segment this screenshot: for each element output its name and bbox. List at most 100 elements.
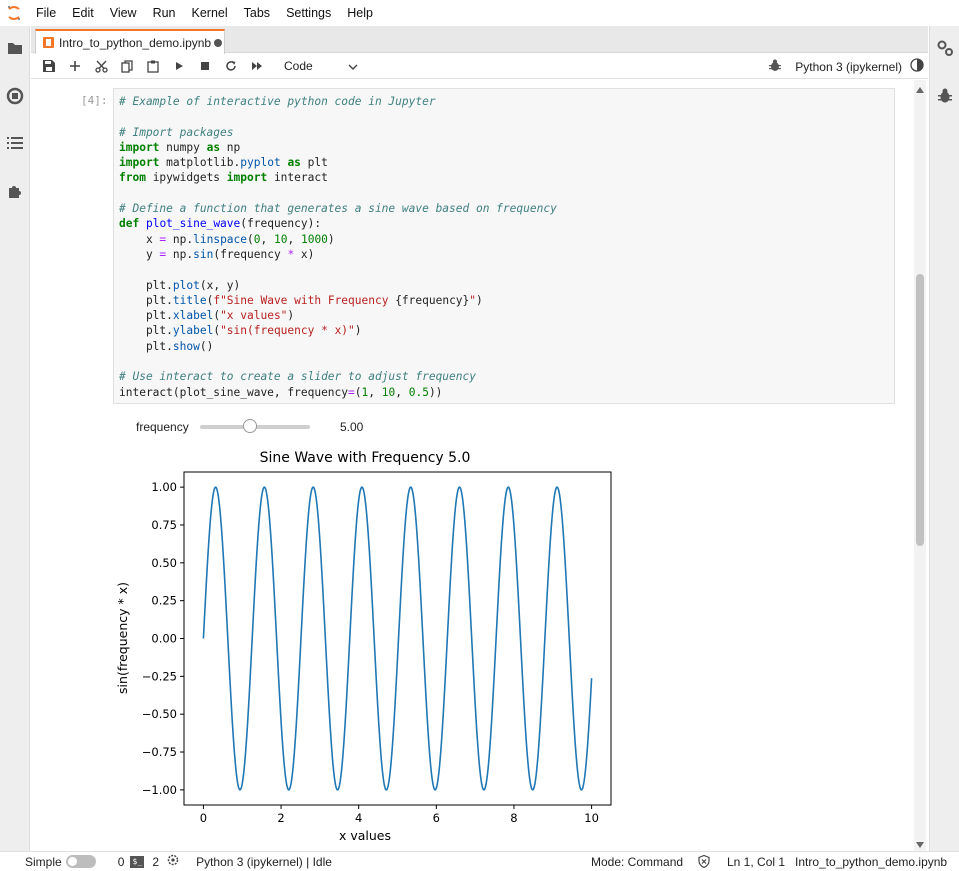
trusted-shield-icon[interactable] xyxy=(698,854,710,871)
menu-view[interactable]: View xyxy=(102,0,145,26)
property-inspector-gears-icon[interactable] xyxy=(935,38,955,58)
y-tick-label: −0.75 xyxy=(142,745,177,759)
run-cell-icon[interactable] xyxy=(166,54,192,78)
y-tick-label: −0.25 xyxy=(142,669,177,683)
code-line: from ipywidgets import interact xyxy=(119,171,328,185)
y-tick-label: 1.00 xyxy=(151,480,177,494)
menu-settings[interactable]: Settings xyxy=(278,0,339,26)
frequency-slider-widget: frequency 5.00 xyxy=(136,417,363,437)
notebook-icon xyxy=(43,37,54,48)
right-sidebar xyxy=(929,26,959,851)
interrupt-kernel-icon[interactable] xyxy=(192,54,218,78)
menu-run[interactable]: Run xyxy=(145,0,184,26)
notebook-scrollbar[interactable] xyxy=(914,80,926,851)
scroll-up-arrow-icon[interactable] xyxy=(916,82,924,96)
code-line: import matplotlib.pyplot as plt xyxy=(119,156,328,170)
notebook-tab[interactable]: Intro_to_python_demo.ipynb xyxy=(35,29,225,54)
status-filename[interactable]: Intro_to_python_demo.ipynb xyxy=(795,855,947,869)
menu-tabs[interactable]: Tabs xyxy=(236,0,278,26)
frequency-slider[interactable] xyxy=(200,419,310,433)
restart-kernel-icon[interactable] xyxy=(218,54,244,78)
folder-icon[interactable] xyxy=(5,38,25,58)
x-axis-label: x values xyxy=(339,828,391,843)
left-sidebar xyxy=(0,26,30,851)
unsaved-dot-icon[interactable] xyxy=(214,38,223,47)
chart-title: Sine Wave with Frequency 5.0 xyxy=(260,450,471,466)
slider-label: frequency xyxy=(136,420,189,434)
y-tick-label: 0.75 xyxy=(151,518,177,532)
notebook-toolbar: Code Python 3 (ipykernel) xyxy=(31,54,928,79)
terminal-count[interactable]: 0 xyxy=(118,855,125,869)
debugger-bug-icon[interactable] xyxy=(935,86,955,106)
x-axis-ticks: 0 2 4 6 8 10 xyxy=(200,805,599,825)
add-cell-icon[interactable] xyxy=(62,54,88,78)
cut-icon[interactable] xyxy=(88,54,114,78)
y-tick-label: 0.50 xyxy=(151,556,177,570)
scroll-down-arrow-icon[interactable] xyxy=(916,837,924,851)
y-tick-label: −0.50 xyxy=(142,707,177,721)
x-tick-label: 4 xyxy=(355,811,362,825)
simple-mode-toggle[interactable] xyxy=(65,855,96,868)
notebook-mode-indicator: Mode: Command xyxy=(591,854,684,869)
code-cell-editor[interactable]: # Example of interactive python code in … xyxy=(113,88,895,404)
kernel-name-button[interactable]: Python 3 (ipykernel) xyxy=(795,60,902,74)
code-line: x = np.linspace(0, 10, 1000) xyxy=(119,232,335,246)
code-line: def plot_sine_wave(frequency): xyxy=(119,217,322,231)
document-tab-bar: Intro_to_python_demo.ipynb xyxy=(31,26,928,54)
scrollbar-thumb[interactable] xyxy=(916,274,924,546)
main-area: Intro_to_python_demo.ipynb Code Python 3… xyxy=(31,26,928,851)
code-line: # Import packages xyxy=(119,125,234,139)
code-line: interact(plot_sine_wave, frequency=(1, 1… xyxy=(119,385,443,399)
cursor-position[interactable]: Ln 1, Col 1 xyxy=(727,855,785,869)
kernel-count[interactable]: 2 xyxy=(152,855,159,869)
code-line: import numpy as np xyxy=(119,140,241,154)
x-tick-label: 2 xyxy=(277,811,284,825)
menu-edit[interactable]: Edit xyxy=(64,0,102,26)
code-line: plt.plot(x, y) xyxy=(119,278,241,292)
code-line: plt.xlabel("x values") xyxy=(119,309,295,323)
slider-handle[interactable] xyxy=(242,419,257,433)
menu-kernel[interactable]: Kernel xyxy=(184,0,236,26)
status-bar: Simple 0 $_ 2 Python 3 (ipykernel) | Idl… xyxy=(0,851,959,871)
cell-execution-prompt: [4]: xyxy=(81,94,108,107)
y-axis-label: sin(frequency * x) xyxy=(115,582,130,694)
jupyter-logo-icon xyxy=(0,0,28,26)
terminal-icon[interactable]: $_ xyxy=(130,855,145,868)
kernel-sessions-gear-icon[interactable] xyxy=(167,854,179,869)
kernel-status-text[interactable]: Python 3 (ipykernel) | Idle xyxy=(196,855,332,869)
y-axis-ticks: 1.00 0.75 0.50 0.25 0.00 −0.25 −0.50 −0.75 −1.00 xyxy=(142,480,184,797)
running-sessions-icon[interactable] xyxy=(5,86,25,106)
x-tick-label: 8 xyxy=(510,811,517,825)
debugger-toggle-bug-icon[interactable] xyxy=(769,59,782,75)
table-of-contents-icon[interactable] xyxy=(5,133,25,153)
slider-value: 5.00 xyxy=(340,420,364,434)
kernel-status-circle-icon xyxy=(910,58,924,75)
y-tick-label: −1.00 xyxy=(142,783,177,797)
x-tick-label: 6 xyxy=(433,811,440,825)
plot-area-frame xyxy=(183,471,612,806)
code-line: plt.title(f"Sine Wave with Frequency {fr… xyxy=(119,293,483,307)
notebook-panel: [4]: # Example of interactive python cod… xyxy=(31,80,914,851)
x-tick-label: 10 xyxy=(584,811,599,825)
paste-icon[interactable] xyxy=(140,54,166,78)
menu-file[interactable]: File xyxy=(28,0,64,26)
restart-run-all-icon[interactable] xyxy=(244,54,270,78)
tab-title: Intro_to_python_demo.ipynb xyxy=(59,35,212,50)
jupyterlab-window: File Edit View Run Kernel Tabs Settings … xyxy=(0,0,959,871)
extension-puzzle-icon[interactable] xyxy=(5,181,25,201)
copy-icon[interactable] xyxy=(114,54,140,78)
code-line: plt.show() xyxy=(119,339,214,353)
chevron-down-icon xyxy=(348,59,358,73)
code-line: y = np.sin(frequency * x) xyxy=(119,247,315,261)
menu-help[interactable]: Help xyxy=(339,0,381,26)
chart-svg: Sine Wave with Frequency 5.0 0 2 4 6 8 10 1.0… xyxy=(115,450,612,843)
save-icon[interactable] xyxy=(36,54,62,78)
code-line: plt.ylabel("sin(frequency * x)") xyxy=(119,324,362,338)
y-tick-label: 0.25 xyxy=(151,594,177,608)
y-tick-label: 0.00 xyxy=(151,632,177,646)
simple-mode-label: Simple xyxy=(25,854,62,869)
cell-type-dropdown[interactable]: Code xyxy=(280,55,362,77)
